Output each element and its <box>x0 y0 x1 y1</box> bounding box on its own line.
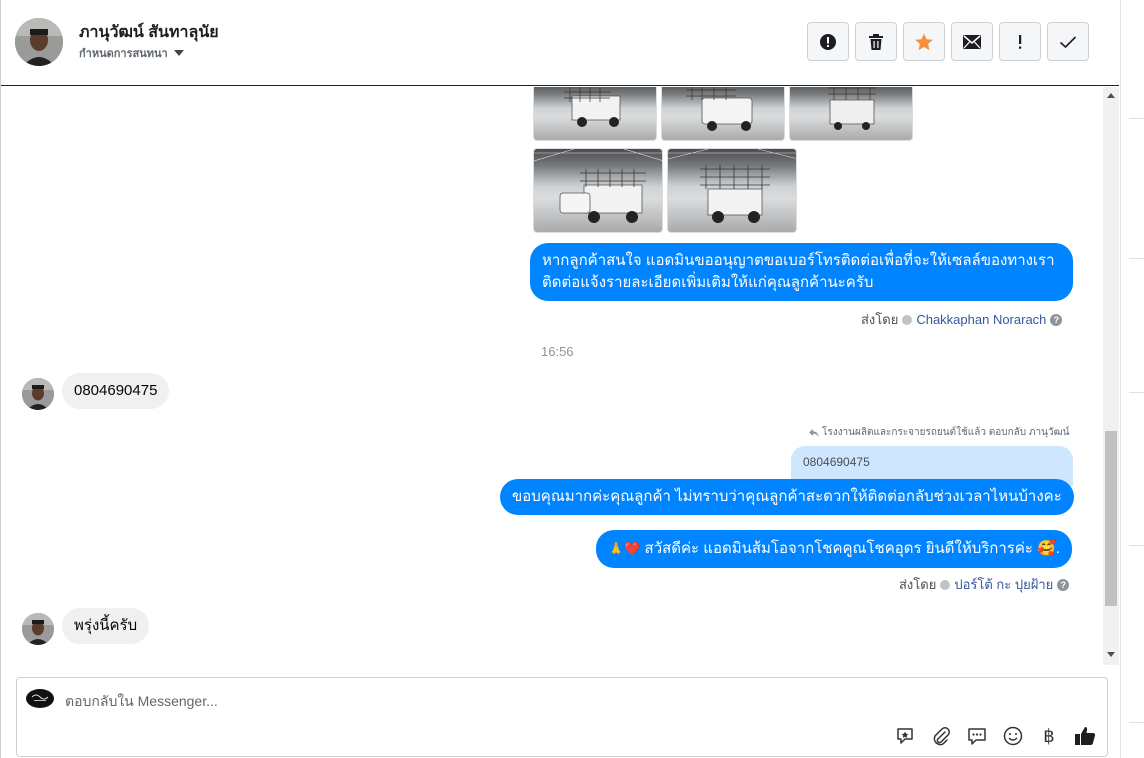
quoted-text: 0804690475 <box>803 455 870 469</box>
divider <box>1129 722 1144 723</box>
avatar[interactable] <box>22 613 54 645</box>
emoji-icon[interactable] <box>1001 724 1025 748</box>
agent-dot-icon <box>940 579 951 590</box>
star-icon <box>915 33 933 50</box>
conversation-label: กำหนดการสนทนา <box>79 48 168 60</box>
message-text: สวัสดีค่ะ แอดมินส้มโอจากโชคคูณโชคอุดร ยิ… <box>644 540 1033 557</box>
conversation-header: ภานุวัฒน์ สันทาลุนัย กำหนดการสนทนา <box>1 0 1119 86</box>
spam-icon <box>820 33 836 50</box>
delete-button[interactable] <box>855 22 897 61</box>
messenger-inbox-panel: ภานุวัฒน์ สันทาลุนัย กำหนดการสนทนา หากลู… <box>0 0 1120 758</box>
message-text: 0804690475 <box>74 382 158 399</box>
sent-by-label: ส่งโดย <box>861 312 899 327</box>
envelope-icon <box>963 34 981 49</box>
help-icon[interactable]: ? <box>1057 578 1070 591</box>
divider <box>1129 118 1144 119</box>
sticker-icon[interactable] <box>893 724 917 748</box>
sent-by-info: ส่งโดย ปอร์โต้ กะ ปุยฝ้าย ? <box>899 574 1070 595</box>
header-actions <box>807 22 1089 61</box>
saved-reply-icon[interactable] <box>965 724 989 748</box>
mark-done-button[interactable] <box>1047 22 1089 61</box>
mark-unread-button[interactable] <box>951 22 993 61</box>
reply-context: โรงงานผลิตและกระจายรถยนต์ใช้แล้ว ตอบกลับ… <box>809 425 1069 440</box>
adjacent-panel-edge <box>1120 0 1144 758</box>
exclamation-icon <box>1019 34 1022 49</box>
attachment-icon[interactable] <box>929 724 953 748</box>
baht-glyph: ฿ <box>1043 725 1055 747</box>
reply-composer: ตอบกลับใน Messenger... ฿ <box>16 677 1108 757</box>
composer-tools: ฿ <box>893 724 1097 748</box>
reply-context-text: โรงงานผลิตและกระจายรถยนต์ใช้แล้ว ตอบกลับ… <box>822 427 1070 438</box>
reply-arrow-icon <box>809 428 819 437</box>
emoji-prefix: 🙏❤️ <box>608 541 641 556</box>
conversation-label-dropdown[interactable]: กำหนดการสนทนา <box>79 44 184 62</box>
outgoing-message[interactable]: หากลูกค้าสนใจ แอดมินขออนุญาตขอเบอร์โทรติ… <box>530 243 1073 301</box>
emoji-suffix: 🥰. <box>1037 540 1060 557</box>
agent-dot-icon <box>902 314 913 325</box>
sent-by-label: ส่งโดย <box>899 577 937 592</box>
incoming-message[interactable]: พรุ่งนี้ครับ <box>62 608 150 644</box>
help-icon[interactable]: ? <box>1050 313 1063 326</box>
car-photo-2[interactable] <box>661 87 785 141</box>
message-text: พรุ่งนี้ครับ <box>74 617 138 634</box>
avatar[interactable] <box>15 18 63 66</box>
divider <box>1129 545 1144 546</box>
payment-icon[interactable]: ฿ <box>1037 724 1061 748</box>
car-photo-5[interactable] <box>667 148 797 233</box>
divider <box>1129 392 1144 393</box>
outgoing-message[interactable]: 🙏❤️ สวัสดีค่ะ แอดมินส้มโอจากโชคคูณโชคอุด… <box>596 530 1072 568</box>
agent-name[interactable]: Chakkaphan Norarach <box>916 312 1046 327</box>
agent-name[interactable]: ปอร์โต้ กะ ปุยฝ้าย <box>954 574 1053 595</box>
star-button[interactable] <box>903 22 945 61</box>
like-icon[interactable] <box>1073 724 1097 748</box>
follow-up-button[interactable] <box>999 22 1041 61</box>
avatar[interactable] <box>22 378 54 410</box>
car-photo-3[interactable] <box>789 87 913 141</box>
message-thread[interactable]: หากลูกค้าสนใจ แอดมินขออนุญาตขอเบอร์โทรติ… <box>1 87 1102 665</box>
caret-down-icon <box>173 50 184 56</box>
check-icon <box>1059 35 1077 48</box>
scroll-up-arrow-icon[interactable] <box>1107 93 1115 98</box>
sent-by-info: ส่งโดย Chakkaphan Norarach ? <box>861 309 1063 330</box>
contact-name[interactable]: ภานุวัฒน์ สันทาลุนัย <box>79 20 219 45</box>
message-input[interactable]: ตอบกลับใน Messenger... <box>65 691 218 713</box>
scrollbar-thumb[interactable] <box>1105 431 1117 606</box>
outgoing-message[interactable]: ขอบคุณมากค่ะคุณลูกค้า ไม่ทราบว่าคุณลูกค้… <box>500 479 1074 515</box>
message-text: หากลูกค้าสนใจ แอดมินขออนุญาตขอเบอร์โทรติ… <box>542 252 1055 291</box>
thread-scrollbar[interactable] <box>1103 87 1119 665</box>
message-timestamp: 16:56 <box>541 344 574 359</box>
car-photo-1[interactable] <box>533 87 657 141</box>
divider <box>1129 258 1144 259</box>
incoming-message[interactable]: 0804690475 <box>62 373 170 409</box>
scroll-down-arrow-icon[interactable] <box>1107 652 1115 657</box>
message-text: ขอบคุณมากค่ะคุณลูกค้า ไม่ทราบว่าคุณลูกค้… <box>512 488 1062 505</box>
page-logo <box>26 689 54 708</box>
mark-spam-button[interactable] <box>807 22 849 61</box>
trash-icon <box>869 33 883 50</box>
car-photo-4[interactable] <box>533 148 663 233</box>
